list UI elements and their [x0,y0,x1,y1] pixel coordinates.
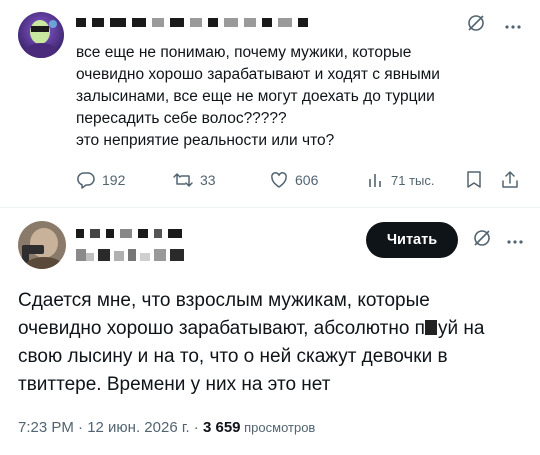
parent-author-name-censored[interactable] [76,18,308,27]
main-text-line: свою лысину и на то, что о ней скажут де… [18,346,448,367]
main-text-line: очевидно хорошо зарабатывают, абсолютно … [18,315,528,343]
more-icon[interactable] [504,17,522,35]
parent-text-line: очевидно хорошо зарабатывают и ходят с я… [76,66,440,83]
bookmark-icon [466,170,482,190]
like-icon [269,170,289,190]
bookmark-button[interactable] [466,170,482,190]
repost-button[interactable]: 33 [172,170,216,190]
main-text-line: Сдается мне, что взрослым мужикам, котор… [18,290,430,311]
parent-text-line: это неприятие реальности или что? [76,132,335,149]
tweet-meta: 7:23 PM · 12 июн. 2026 г. · 3 659 просмо… [18,419,315,436]
like-count: 606 [295,172,319,188]
share-button[interactable] [501,170,519,190]
censor-blot [425,320,438,335]
main-text-fragment: уй на [437,318,485,339]
main-tweet-text: Сдается мне, что взрослым мужикам, котор… [18,287,528,399]
author-handle-censored [76,247,196,270]
reply-count: 192 [102,172,126,188]
main-text-fragment: очевидно хорошо зарабатывают, абсолютно … [18,318,425,339]
grok-icon[interactable] [472,228,492,253]
tweet-divider [0,207,540,208]
views-button[interactable]: 71 тыс. [367,170,434,190]
repost-icon [172,170,194,190]
parent-tweet-text: все еще не понимаю, почему мужики, котор… [76,42,516,152]
subscribe-read-button[interactable]: Читать [366,222,458,258]
main-text-line: твиттере. Времени у них на это нет [18,374,331,395]
grok-icon[interactable] [466,13,486,38]
repost-count: 33 [200,172,216,188]
author-name-censored[interactable] [76,226,196,247]
views-label: просмотров [240,420,316,435]
parent-text-line: залысинами, все еще не могут доехать до … [76,88,435,105]
tweet-timestamp[interactable]: 7:23 PM · 12 июн. 2026 г. · [18,419,203,436]
reply-icon [76,170,96,190]
more-icon[interactable] [506,232,524,250]
author-avatar[interactable] [18,221,66,269]
share-icon [501,170,519,190]
views-total: 3 659 [202,419,241,436]
parent-author-avatar[interactable] [18,12,64,58]
parent-text-line: пересадить себе волос????? [76,110,287,127]
views-icon [367,170,385,190]
parent-text-line: все еще не понимаю, почему мужики, котор… [76,44,412,61]
like-button[interactable]: 606 [269,170,318,190]
reply-button[interactable]: 192 [76,170,125,190]
parent-tweet-actions: 192 33 606 71 тыс. [76,170,526,196]
views-count: 71 тыс. [391,172,435,188]
